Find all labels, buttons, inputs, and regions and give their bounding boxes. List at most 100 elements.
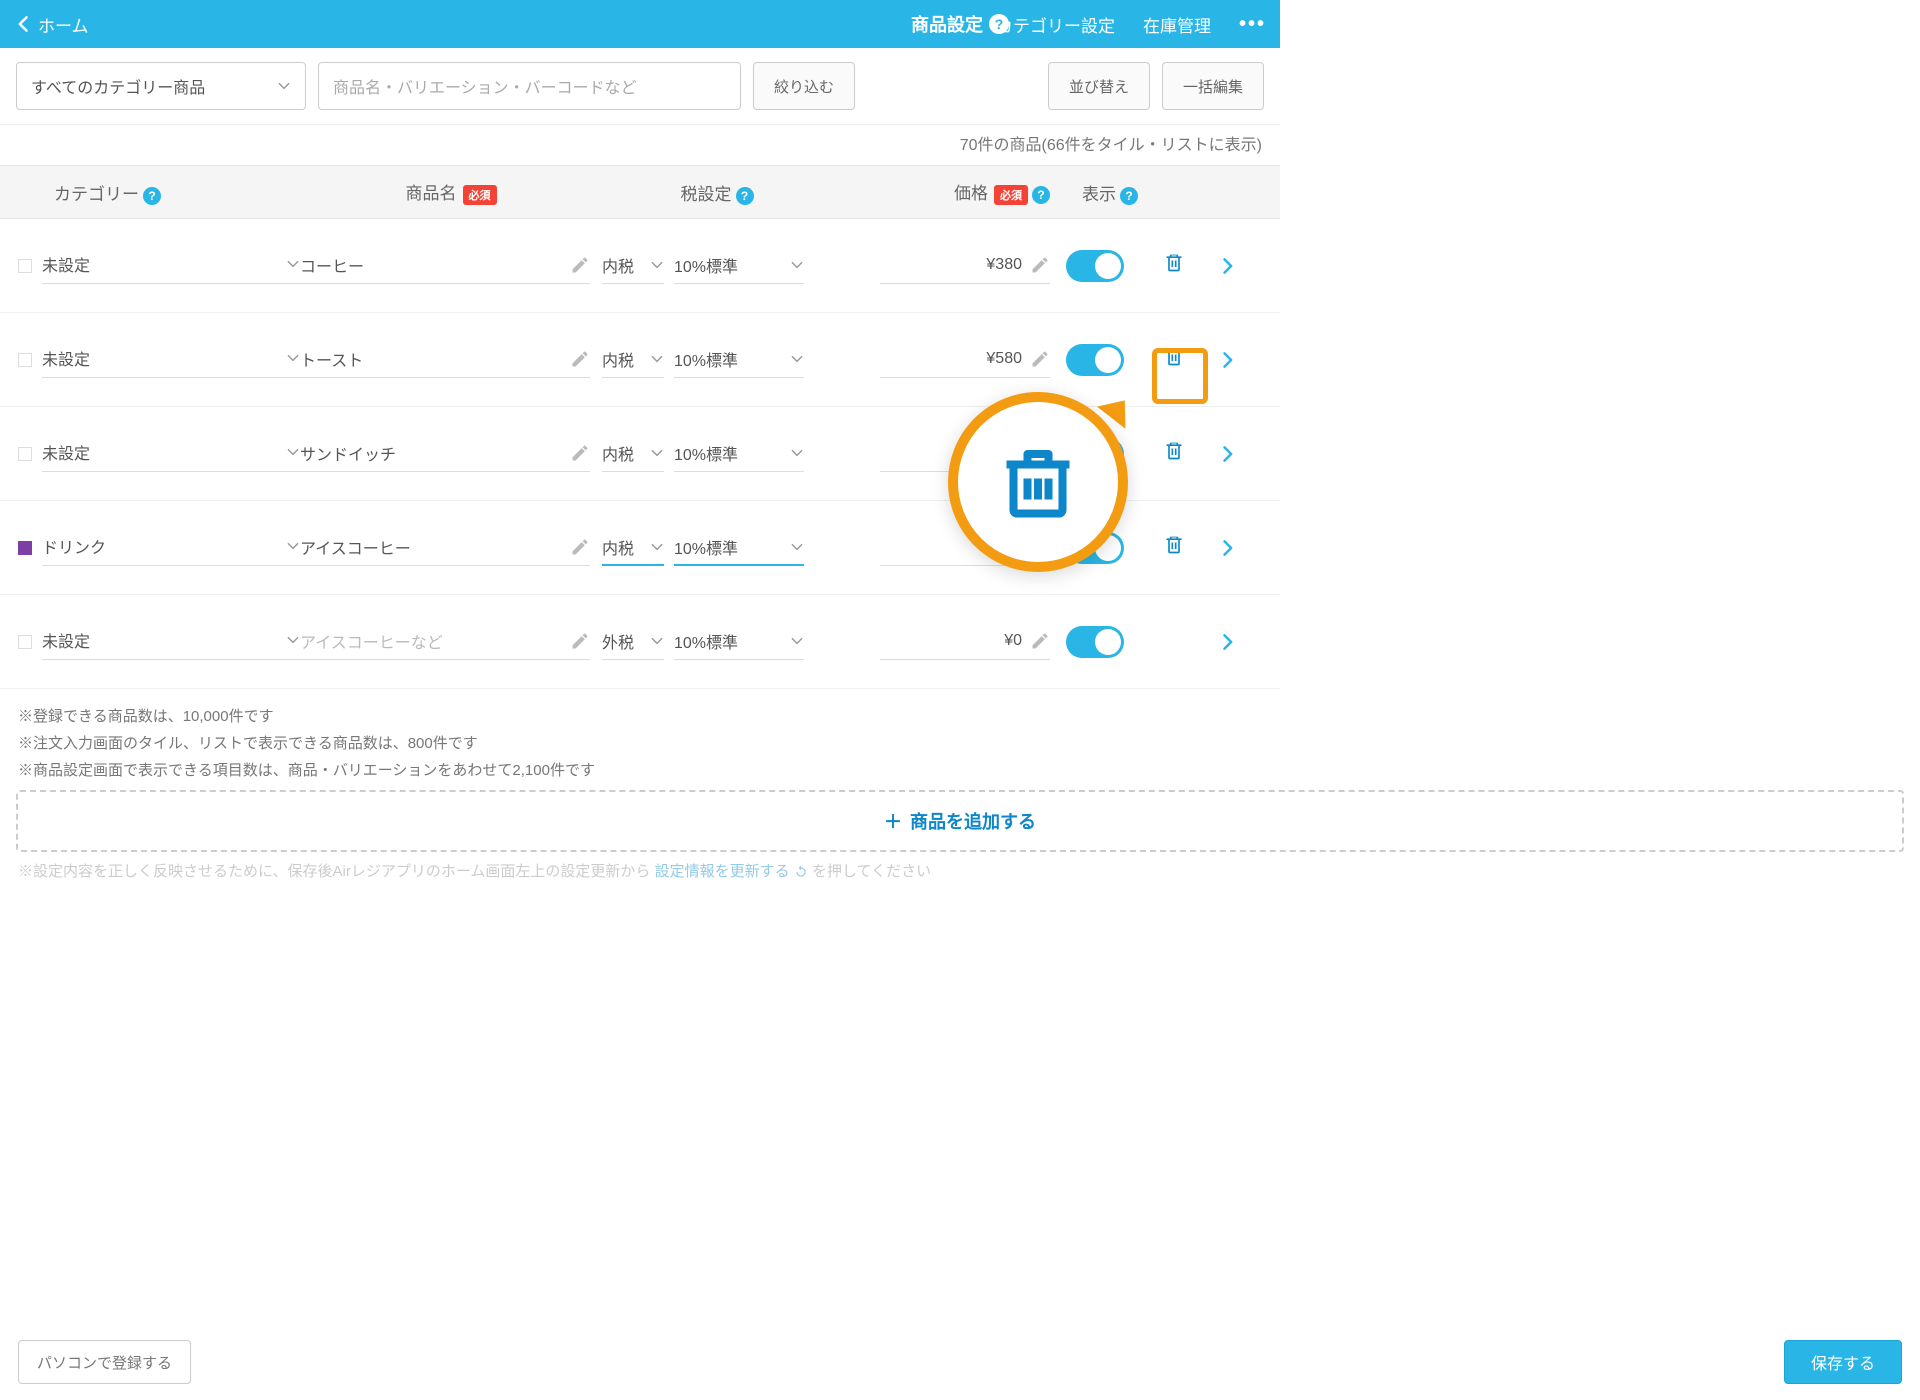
category-swatch (18, 353, 32, 367)
chevron-down-icon (790, 258, 804, 272)
product-name-input[interactable]: トースト (300, 342, 590, 378)
nav-category-settings[interactable]: カテゴリー設定 (996, 12, 1115, 37)
pencil-icon (570, 631, 590, 651)
tax-rate-select[interactable]: 10%標準 (674, 436, 804, 472)
chevron-down-icon (286, 445, 300, 459)
pencil-icon (1030, 631, 1050, 651)
price-input[interactable]: ¥0 (880, 624, 1050, 660)
help-icon[interactable]: ? (1120, 187, 1138, 205)
col-tax: 税設定 (681, 185, 732, 204)
tax-type-select[interactable]: 内税 (602, 530, 664, 566)
note-line: ※商品設定画面で表示できる項目数は、商品・バリエーションをあわせて2,100件で… (18, 757, 1262, 784)
tax-type-select[interactable]: 内税 (602, 342, 664, 378)
pencil-icon (1030, 349, 1050, 369)
chevron-down-icon (286, 351, 300, 365)
price-input[interactable]: ¥380 (880, 248, 1050, 284)
chevron-right-icon[interactable] (1217, 632, 1237, 652)
table-row: 未設定アイスコーヒーなど外税 10%標準 ¥0 (0, 595, 1280, 689)
display-toggle[interactable] (1066, 626, 1124, 658)
register-on-pc-button[interactable]: パソコンで登録する (18, 1340, 191, 1384)
category-select[interactable]: 未設定 (42, 248, 300, 284)
col-display: 表示 (1082, 185, 1116, 204)
col-category: カテゴリー (54, 185, 139, 204)
tax-rate-select[interactable]: 10%標準 (674, 530, 804, 566)
tax-rate-select[interactable]: 10%標準 (674, 624, 804, 660)
price-input[interactable]: ¥580 (880, 342, 1050, 378)
add-product-label: 商品を追加する (910, 808, 1036, 834)
back-button[interactable]: ホーム (14, 12, 89, 37)
category-filter-value: すべてのカテゴリー商品 (31, 74, 205, 98)
delete-button[interactable] (1164, 347, 1184, 372)
required-badge: 必須 (463, 185, 497, 205)
chevron-down-icon (790, 352, 804, 366)
chevron-right-icon[interactable] (1217, 444, 1237, 464)
product-name-input[interactable]: アイスコーヒーなど (300, 624, 590, 660)
chevron-down-icon (650, 634, 664, 648)
category-select[interactable]: 未設定 (42, 624, 300, 660)
tax-rate-select[interactable]: 10%標準 (674, 248, 804, 284)
help-icon[interactable]: ? (736, 187, 754, 205)
category-swatch (18, 447, 32, 461)
result-count: 70件の商品(66件をタイル・リストに表示) (0, 125, 1280, 165)
update-note: ※設定内容を正しく反映させるために、保存後Airレジアプリのホーム画面左上の設定… (18, 860, 931, 881)
filter-bar: すべてのカテゴリー商品 商品名・バリエーション・バーコードなど 絞り込む 並び替… (0, 48, 1280, 125)
note-line: ※注文入力画面のタイル、リストで表示できる商品数は、800件です (18, 730, 1262, 757)
top-bar: ホーム 商品設定 ? カテゴリー設定 在庫管理 ••• (0, 0, 1280, 48)
chevron-left-icon (14, 14, 34, 34)
category-filter-dropdown[interactable]: すべてのカテゴリー商品 (16, 62, 306, 110)
display-toggle[interactable] (1066, 250, 1124, 282)
delete-button[interactable] (1164, 535, 1184, 560)
tax-rate-select[interactable]: 10%標準 (674, 342, 804, 378)
category-select[interactable]: ドリンク (42, 530, 300, 566)
more-menu[interactable]: ••• (1239, 13, 1266, 36)
nav-inventory[interactable]: 在庫管理 (1143, 12, 1211, 37)
product-name-input[interactable]: コーヒー (300, 248, 590, 284)
search-input[interactable]: 商品名・バリエーション・バーコードなど (318, 62, 741, 110)
refresh-icon (794, 865, 808, 879)
add-product-button[interactable]: ＋ 商品を追加する (16, 790, 1904, 852)
delete-button[interactable] (1164, 441, 1184, 466)
trash-icon (996, 440, 1080, 524)
chevron-down-icon (790, 446, 804, 460)
display-toggle[interactable] (1066, 344, 1124, 376)
back-label: ホーム (38, 12, 89, 37)
chevron-down-icon (277, 79, 291, 93)
footer-notes: ※登録できる商品数は、10,000件です※注文入力画面のタイル、リストで表示でき… (0, 689, 1280, 788)
tax-type-select[interactable]: 内税 (602, 248, 664, 284)
tax-type-select[interactable]: 外税 (602, 624, 664, 660)
note-line: ※登録できる商品数は、10,000件です (18, 703, 1262, 730)
category-swatch (18, 259, 32, 273)
category-select[interactable]: 未設定 (42, 342, 300, 378)
pencil-icon (1030, 255, 1050, 275)
bulk-edit-button[interactable]: 一括編集 (1162, 62, 1264, 110)
category-select[interactable]: 未設定 (42, 436, 300, 472)
chevron-down-icon (286, 257, 300, 271)
chevron-down-icon (790, 634, 804, 648)
tax-type-select[interactable]: 内税 (602, 436, 664, 472)
save-button[interactable]: 保存する (1784, 1340, 1902, 1384)
page-title: 商品設定 (911, 11, 983, 37)
pencil-icon (570, 349, 590, 369)
chevron-right-icon[interactable] (1217, 350, 1237, 370)
update-link[interactable]: 設定情報を更新する (655, 863, 790, 880)
pencil-icon (570, 443, 590, 463)
chevron-right-icon[interactable] (1217, 538, 1237, 558)
delete-button[interactable] (1164, 253, 1184, 278)
required-badge: 必須 (994, 185, 1028, 205)
product-name-input[interactable]: サンドイッチ (300, 436, 590, 472)
col-name: 商品名 (406, 184, 457, 203)
col-price: 価格 (954, 184, 988, 203)
table-row: 未設定トースト内税 10%標準 ¥580 (0, 313, 1280, 407)
chevron-right-icon[interactable] (1217, 256, 1237, 276)
pencil-icon (570, 255, 590, 275)
help-icon[interactable]: ? (143, 187, 161, 205)
chevron-down-icon (650, 352, 664, 366)
chevron-down-icon (650, 446, 664, 460)
narrow-button[interactable]: 絞り込む (753, 62, 855, 110)
plus-icon: ＋ (884, 808, 902, 834)
table-header: カテゴリー? 商品名必須 税設定? 価格必須? 表示? (0, 165, 1280, 219)
category-swatch (18, 635, 32, 649)
sort-button[interactable]: 並び替え (1048, 62, 1150, 110)
product-name-input[interactable]: アイスコーヒー (300, 530, 590, 566)
help-icon[interactable]: ? (1032, 186, 1050, 204)
